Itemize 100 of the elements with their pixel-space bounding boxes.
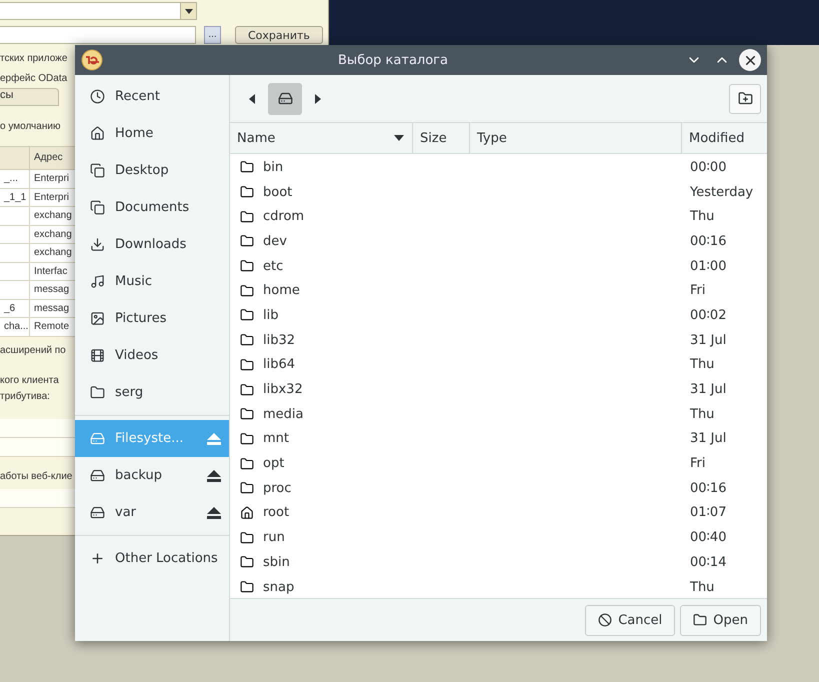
path-button[interactable] (268, 82, 302, 114)
form-text: о умолчанию (0, 120, 60, 132)
column-header[interactable]: Name (230, 123, 413, 153)
modified-date: 00∶14 (689, 554, 728, 570)
text-field[interactable] (0, 26, 196, 44)
file-name[interactable]: bin (263, 160, 284, 175)
folder-icon (240, 333, 254, 348)
combo-field[interactable] (0, 2, 197, 20)
cancel-button[interactable]: Cancel (585, 604, 676, 636)
file-name[interactable]: lib32 (263, 332, 296, 348)
new-folder-button[interactable] (729, 84, 761, 114)
modified-date: Yesterday (689, 184, 754, 200)
dropdown-arrow-icon[interactable] (184, 8, 192, 14)
file-name[interactable]: mnt (263, 431, 289, 446)
file-name[interactable]: etc (263, 258, 284, 274)
app-logo-icon (81, 49, 103, 71)
file-name[interactable]: lib64 (263, 357, 296, 372)
sidebar-item[interactable]: serg (75, 374, 229, 411)
close-button[interactable] (739, 49, 761, 71)
picture-icon (90, 311, 105, 326)
cancel-icon (598, 613, 612, 627)
window-title: Выбор каталога (337, 52, 449, 68)
table-cell (0, 262, 30, 281)
modified-date: 00∶02 (689, 308, 728, 323)
modified-date: Thu (689, 209, 716, 224)
drive-icon (90, 468, 105, 483)
file-name[interactable]: libx32 (263, 382, 303, 398)
eject-icon[interactable] (207, 506, 221, 518)
modified-date: 01∶00 (689, 258, 728, 274)
modified-date: 00∶16 (689, 480, 728, 496)
folder-icon (240, 160, 254, 174)
folder-icon (240, 407, 254, 422)
new-folder-icon (738, 91, 752, 106)
folder-icon (90, 385, 105, 400)
modified-date: Thu (689, 406, 716, 422)
file-name[interactable]: dev (263, 234, 287, 249)
folder-icon (240, 185, 254, 200)
modified-date: 31 Jul (689, 332, 728, 348)
file-name[interactable]: sbin (263, 554, 290, 570)
document-icon (90, 163, 105, 178)
folder-icon (240, 308, 254, 322)
form-tab[interactable]: сы (0, 88, 59, 106)
folder-icon (240, 555, 254, 570)
file-name[interactable]: boot (263, 184, 292, 200)
folder-icon (240, 481, 254, 496)
clock-icon (90, 89, 105, 104)
form-text: асширений по (0, 345, 66, 356)
sort-arrow-icon (394, 135, 404, 141)
file-name[interactable]: home (263, 283, 300, 298)
file-name[interactable]: snap (263, 580, 294, 595)
file-name[interactable]: opt (263, 456, 284, 472)
folder-icon (240, 259, 254, 274)
modified-date: Thu (689, 357, 716, 372)
table-cell: _... (0, 170, 30, 188)
modified-date: Thu (689, 580, 716, 595)
drive-icon (278, 91, 292, 106)
modified-date: 01∶07 (689, 505, 728, 520)
browse-button[interactable]: ... (204, 26, 221, 44)
table-cell (0, 281, 30, 300)
drive-icon (90, 431, 105, 446)
folder-icon (240, 456, 254, 471)
modified-date: 00∶00 (689, 160, 728, 175)
table-cell: _1_1 (0, 188, 30, 207)
sidebar-item[interactable]: backup (75, 457, 229, 494)
file-name[interactable]: run (263, 530, 285, 546)
modified-date: 31 Jul (689, 431, 728, 446)
open-button[interactable]: Open (680, 604, 761, 636)
table-cell (0, 244, 30, 262)
left-triangle-icon (249, 94, 255, 104)
file-name[interactable]: proc (263, 480, 292, 496)
column-header[interactable]: Modified (682, 123, 767, 153)
form-text: тских приложе (0, 52, 68, 64)
table-cell: cha... (0, 318, 30, 336)
folder-icon (240, 382, 254, 397)
sidebar-item[interactable]: Recent (75, 78, 229, 115)
table-cell (0, 226, 30, 244)
folder-icon (240, 358, 254, 372)
table-cell: _6 (0, 300, 30, 318)
folder-icon (240, 234, 254, 248)
download-icon (90, 237, 105, 252)
save-button[interactable]: Сохранить (235, 26, 323, 44)
file-name[interactable]: root (263, 505, 290, 520)
form-text: аботы веб-клие (0, 471, 72, 482)
modified-date: 00∶40 (689, 530, 728, 546)
file-name[interactable]: media (263, 406, 304, 422)
column-header[interactable]: Size (413, 123, 470, 153)
folder-icon (240, 432, 254, 446)
column-header[interactable]: Type (470, 123, 682, 153)
modified-date: Fri (689, 456, 706, 472)
file-name[interactable]: lib (263, 308, 278, 323)
sidebar-item[interactable]: var (75, 494, 229, 531)
folder-icon (693, 613, 708, 627)
sidebar-item[interactable]: Videos (75, 337, 229, 374)
folder-icon (240, 210, 254, 224)
folder-icon (240, 284, 254, 298)
file-name[interactable]: cdrom (263, 209, 304, 224)
modified-date: 31 Jul (689, 382, 728, 398)
home-icon (240, 506, 254, 520)
eject-icon[interactable] (207, 470, 221, 482)
sidebar-item[interactable]: Other Locations (75, 540, 229, 577)
